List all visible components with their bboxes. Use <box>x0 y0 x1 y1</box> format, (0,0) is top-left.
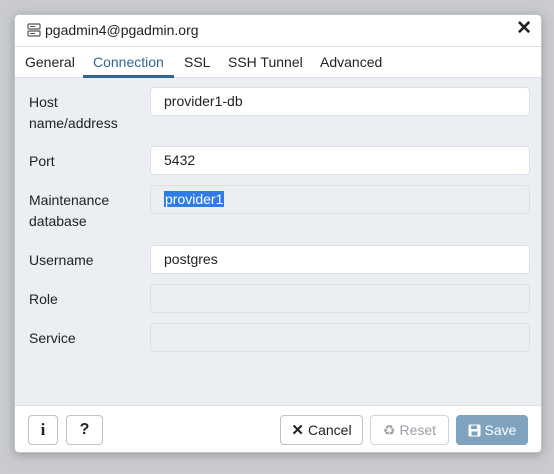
port-input[interactable]: 5432 <box>150 146 530 175</box>
tab-general[interactable]: General <box>25 54 75 70</box>
help-button[interactable]: ? <box>66 415 103 445</box>
tab-ssl[interactable]: SSL <box>184 54 210 70</box>
service-label: Service <box>29 330 76 346</box>
port-label: Port <box>29 153 55 169</box>
tab-ssh-tunnel[interactable]: SSH Tunnel <box>228 54 303 70</box>
info-icon: i <box>40 420 46 439</box>
cancel-button[interactable]: ✕ Cancel <box>280 415 363 445</box>
tab-bar: General Connection SSL SSH Tunnel Advanc… <box>15 47 541 78</box>
selected-text: provider1 <box>164 191 225 207</box>
username-label: Username <box>29 252 94 268</box>
maintenance-db-input[interactable]: provider1 <box>150 185 530 214</box>
server-dialog: pgadmin4@pgadmin.org ✕ General Connectio… <box>14 14 542 453</box>
host-input[interactable]: provider1-db <box>150 87 530 116</box>
reset-label: Reset <box>399 422 437 438</box>
dialog-titlebar: pgadmin4@pgadmin.org ✕ <box>15 15 541 47</box>
host-label: Host name/address <box>29 94 118 131</box>
role-input[interactable] <box>150 284 530 313</box>
close-icon: ✕ <box>291 422 304 439</box>
reset-button[interactable]: ♻ Reset <box>370 415 449 445</box>
save-label: Save <box>484 422 517 438</box>
floppy-disk-icon <box>468 424 481 436</box>
close-icon[interactable]: ✕ <box>516 19 532 39</box>
active-tab-indicator <box>83 75 174 78</box>
save-button[interactable]: Save <box>456 415 528 445</box>
help-icon: ? <box>79 421 90 438</box>
cancel-label: Cancel <box>307 422 352 438</box>
tab-connection[interactable]: Connection <box>93 54 164 70</box>
info-button[interactable]: i <box>28 415 58 445</box>
role-label: Role <box>29 291 58 307</box>
dialog-title: pgadmin4@pgadmin.org <box>45 22 199 38</box>
username-input[interactable]: postgres <box>150 245 530 274</box>
server-icon <box>27 23 41 37</box>
recycle-icon: ♻ <box>382 421 396 438</box>
dialog-footer: i ? ✕ Cancel ♻ Reset Save <box>15 405 541 452</box>
service-input[interactable] <box>150 323 530 352</box>
tab-advanced[interactable]: Advanced <box>320 54 382 70</box>
maintenance-db-label: Maintenance database <box>29 192 110 229</box>
